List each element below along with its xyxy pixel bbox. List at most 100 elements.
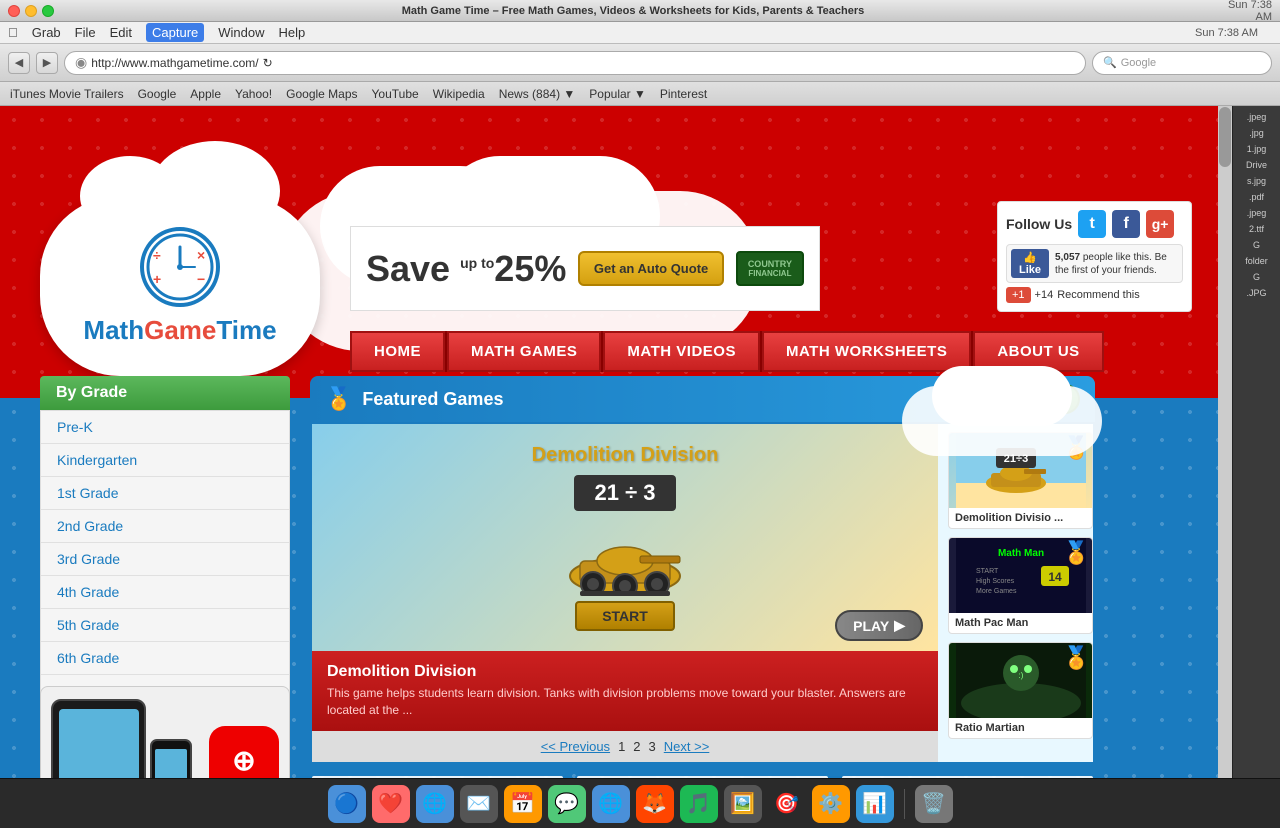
play-arrow-icon: ▶ — [894, 617, 905, 634]
dock-messages[interactable]: 💬 — [548, 785, 586, 823]
side-games-list: 21÷3 🏅 Demolition Divisio ... Mat — [948, 424, 1093, 762]
googleplus-button[interactable]: g+ — [1146, 210, 1174, 238]
dock-app4[interactable]: ⚙️ — [812, 785, 850, 823]
kindergarten-games-link[interactable]: Kindergarten Games — [575, 774, 830, 778]
file-jpeg[interactable]: .jpeg — [1235, 110, 1278, 124]
menu-grab[interactable]: Grab — [32, 25, 61, 40]
menu-file[interactable]: File — [75, 25, 96, 40]
grade-sidebar: By Grade Pre-K Kindergarten 1st Grade 2n… — [40, 376, 290, 709]
game-car-graphic — [545, 526, 705, 601]
bookmark-googlemaps[interactable]: Google Maps — [286, 87, 357, 101]
file-g[interactable]: G — [1235, 238, 1278, 252]
dock-chrome[interactable]: 🌐 — [592, 785, 630, 823]
side-game-mathman[interactable]: Math Man START High Scores More Games 14… — [948, 537, 1093, 634]
like-button[interactable]: 👍 Like — [1011, 249, 1049, 278]
scrollbar[interactable] — [1218, 106, 1232, 778]
file-jpg[interactable]: .jpg — [1235, 126, 1278, 140]
file-drive[interactable]: Drive — [1235, 158, 1278, 172]
demolition-game-title: Demolition Divisio ... — [949, 508, 1092, 528]
app-icon[interactable]: ⊕ — [209, 726, 279, 778]
file-folder[interactable]: folder — [1235, 254, 1278, 268]
minimize-button[interactable] — [25, 5, 37, 17]
maximize-button[interactable] — [42, 5, 54, 17]
grade-kindergarten[interactable]: Kindergarten — [41, 444, 289, 477]
grade-3rd[interactable]: 3rd Grade — [41, 543, 289, 576]
bookmark-pinterest[interactable]: Pinterest — [660, 87, 707, 101]
plus-label: Recommend this — [1057, 289, 1140, 301]
menu-capture[interactable]: Capture — [146, 23, 204, 42]
url-bar[interactable]: ◉ http://www.mathgametime.com/ ↻ — [64, 51, 1086, 75]
grade-5th[interactable]: 5th Grade — [41, 609, 289, 642]
prek-games-link[interactable]: Pre-K Games — [310, 774, 565, 778]
bookmark-youtube[interactable]: YouTube — [372, 87, 419, 101]
firstgrade-games-link[interactable]: 1st Grade Games — [840, 774, 1095, 778]
app-promo[interactable]: ⊕ — [40, 686, 290, 778]
cloud-decoration-4 — [902, 386, 1102, 456]
dock-mail[interactable]: ✉️ — [460, 785, 498, 823]
twitter-button[interactable]: t — [1078, 210, 1106, 238]
scrollbar-thumb[interactable] — [1219, 107, 1231, 167]
dock-app1[interactable]: ❤️ — [372, 785, 410, 823]
nav-math-games[interactable]: MATH GAMES — [447, 331, 601, 372]
back-button[interactable]: ◀ — [8, 52, 30, 74]
bookmark-wikipedia[interactable]: Wikipedia — [433, 87, 485, 101]
refresh-button[interactable]: ↻ — [263, 56, 273, 70]
dock-app3[interactable]: 🎯 — [768, 785, 806, 823]
right-panel: .jpeg .jpg 1.jpg Drive s.jpg .pdf .jpeg … — [1232, 106, 1280, 778]
file-jpg2[interactable]: .JPG — [1235, 286, 1278, 300]
file-sjpg[interactable]: s.jpg — [1235, 174, 1278, 188]
nav-math-videos[interactable]: MATH VIDEOS — [603, 331, 760, 372]
menu-help[interactable]: Help — [279, 25, 306, 40]
page-1-button[interactable]: 1 — [618, 739, 625, 754]
menu-edit[interactable]: Edit — [110, 25, 132, 40]
game-start-button[interactable]: START — [575, 601, 675, 631]
file-pdf[interactable]: .pdf — [1235, 190, 1278, 204]
prev-page-button[interactable]: << Previous — [541, 739, 610, 754]
side-game-ratio[interactable]: :) 🏅 Ratio Martian — [948, 642, 1093, 739]
nav-home[interactable]: HOME — [350, 331, 445, 372]
dock-safari[interactable]: 🌐 — [416, 785, 454, 823]
file-g2[interactable]: G — [1235, 270, 1278, 284]
nav-math-worksheets[interactable]: MATH WORKSHEETS — [762, 331, 971, 372]
facebook-button[interactable]: f — [1112, 210, 1140, 238]
mathman-medal-icon: 🏅 — [1063, 540, 1090, 566]
grade-2nd[interactable]: 2nd Grade — [41, 510, 289, 543]
game-showcase: Demolition Division 21 ÷ 3 — [310, 422, 1095, 764]
ad-quote-button[interactable]: Get an Auto Quote — [578, 251, 724, 286]
dock-photos[interactable]: 🖼️ — [724, 785, 762, 823]
main-game-display: Demolition Division 21 ÷ 3 — [312, 424, 938, 651]
grade-1st[interactable]: 1st Grade — [41, 477, 289, 510]
bookmark-news[interactable]: News (884) ▼ — [499, 87, 576, 101]
forward-button[interactable]: ▶ — [36, 52, 58, 74]
menu-window[interactable]: Window — [218, 25, 264, 40]
bookmark-apple[interactable]: Apple — [190, 87, 221, 101]
dock-trash[interactable]: 🗑️ — [915, 785, 953, 823]
close-button[interactable] — [8, 5, 20, 17]
next-page-button[interactable]: Next >> — [664, 739, 710, 754]
file-jpeg2[interactable]: .jpeg — [1235, 206, 1278, 220]
grade-6th[interactable]: 6th Grade — [41, 642, 289, 675]
plusone-button[interactable]: +1 — [1006, 287, 1031, 303]
browser-content: ÷ × + − MathGameTime — [0, 106, 1280, 778]
logo-area: ÷ × + − MathGameTime — [40, 196, 340, 376]
dock-calendar[interactable]: 📅 — [504, 785, 542, 823]
play-button[interactable]: PLAY ▶ — [835, 610, 923, 641]
dock-app5[interactable]: 📊 — [856, 785, 894, 823]
dock-app2[interactable]: 🦊 — [636, 785, 674, 823]
bookmark-popular[interactable]: Popular ▼ — [589, 87, 646, 101]
bookmark-yahoo[interactable]: Yahoo! — [235, 87, 272, 101]
page-2-button[interactable]: 2 — [633, 739, 640, 754]
file-1jpg[interactable]: 1.jpg — [1235, 142, 1278, 156]
page-3-button[interactable]: 3 — [649, 739, 656, 754]
bookmark-google[interactable]: Google — [138, 87, 177, 101]
ad-country-logo: COUNTRY — [748, 259, 792, 269]
grade-prek[interactable]: Pre-K — [41, 411, 289, 444]
menu-apple[interactable]:  — [8, 25, 18, 40]
dock-finder[interactable]: 🔵 — [328, 785, 366, 823]
search-bar[interactable]: 🔍 Google — [1092, 51, 1272, 75]
lock-icon: ◉ — [75, 54, 87, 71]
bookmark-itunes[interactable]: iTunes Movie Trailers — [10, 87, 124, 101]
grade-4th[interactable]: 4th Grade — [41, 576, 289, 609]
dock-music[interactable]: 🎵 — [680, 785, 718, 823]
file-2ttf[interactable]: 2.ttf — [1235, 222, 1278, 236]
